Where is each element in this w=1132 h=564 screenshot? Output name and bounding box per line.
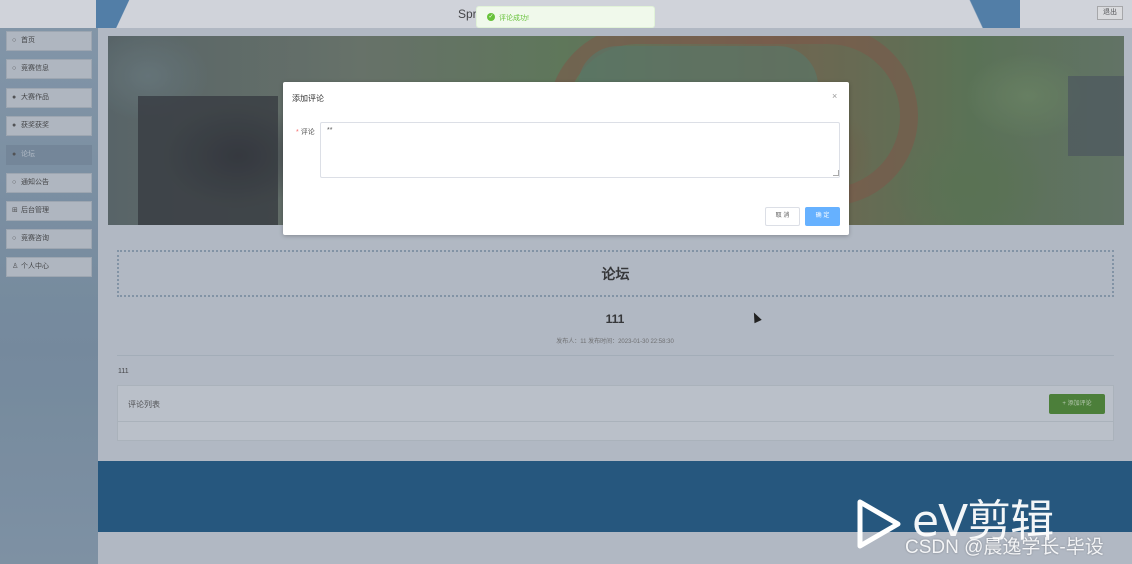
sidebar-item-label: 论坛 [21, 151, 35, 158]
header-decoration-left [96, 0, 156, 28]
sidebar-item-notices[interactable]: ○ 通知公告 [6, 173, 92, 193]
sidebar-item-label: 大赛作品 [21, 94, 49, 101]
works-icon: ● [12, 94, 17, 101]
consult-icon: ○ [12, 235, 17, 242]
sidebar-item-label: 获奖获奖 [21, 122, 49, 129]
building-block [1068, 76, 1124, 156]
sidebar: ○ 首页 ○ 竞赛信息 ● 大赛作品 ● 获奖获奖 ● 论坛 ○ 通知公告 ⊞ … [0, 28, 98, 564]
post-body: 111 [118, 368, 129, 375]
watermark-csdn: CSDN @晨逸学长-毕设 [905, 537, 1104, 558]
check-circle-icon: ✓ [487, 13, 495, 21]
add-comment-button[interactable]: + 添加评论 [1049, 394, 1105, 414]
resize-handle-icon[interactable] [833, 170, 839, 176]
header-decoration-right [920, 0, 1020, 28]
sidebar-item-works[interactable]: ● 大赛作品 [6, 88, 92, 108]
forum-icon: ● [12, 151, 17, 158]
play-logo-icon [857, 499, 901, 549]
toast-message: 评论成功! [499, 15, 529, 22]
sidebar-item-label: 首页 [21, 37, 35, 44]
comment-panel-header: 评论列表 + 添加评论 [118, 386, 1113, 422]
comment-list-title: 评论列表 [128, 400, 160, 409]
comment-label-text: 评论 [300, 129, 315, 136]
add-comment-dialog: 添加评论 × * 评论 ** 取 消 确 定 [283, 82, 849, 235]
post-meta: 发布人：11 发布时间：2023-01-30 22:58:30 [556, 339, 674, 345]
dialog-title: 添加评论 [292, 94, 324, 103]
close-icon[interactable]: × [832, 91, 837, 101]
sidebar-item-profile[interactable]: ♙ 个人中心 [6, 257, 92, 277]
sidebar-item-admin[interactable]: ⊞ 后台管理 [6, 201, 92, 221]
sidebar-item-label: 后台管理 [21, 207, 49, 214]
comment-field-label: * 评论 [296, 127, 315, 137]
sidebar-item-consult[interactable]: ○ 竞赛咨询 [6, 229, 92, 249]
award-icon: ● [12, 122, 17, 129]
sidebar-item-label: 竞赛咨询 [21, 235, 49, 242]
confirm-button[interactable]: 确 定 [805, 207, 840, 226]
notice-icon: ○ [12, 179, 17, 186]
sidebar-item-label: 通知公告 [21, 179, 49, 186]
forum-heading-box: 论坛 [117, 250, 1114, 297]
user-icon: ♙ [12, 263, 19, 270]
success-toast: ✓ 评论成功! [476, 6, 655, 28]
comment-panel: 评论列表 + 添加评论 [117, 385, 1114, 441]
required-mark: * [296, 129, 299, 136]
sidebar-item-awards[interactable]: ● 获奖获奖 [6, 116, 92, 136]
sidebar-item-label: 个人中心 [21, 263, 49, 270]
sidebar-item-home[interactable]: ○ 首页 [6, 31, 92, 51]
comment-textarea[interactable]: ** [320, 122, 840, 178]
info-icon: ○ [12, 65, 17, 72]
sidebar-item-competition-info[interactable]: ○ 竞赛信息 [6, 59, 92, 79]
home-icon: ○ [12, 37, 17, 44]
forum-heading: 论坛 [601, 266, 630, 282]
sidebar-item-forum[interactable]: ● 论坛 [6, 145, 92, 165]
grid-icon: ⊞ [12, 207, 18, 214]
building-block [138, 96, 278, 225]
logout-button[interactable]: 退出 [1097, 6, 1123, 20]
sidebar-item-label: 竞赛信息 [21, 65, 49, 72]
cancel-button[interactable]: 取 消 [765, 207, 800, 226]
divider [117, 355, 1114, 356]
post-title: 111 [605, 312, 625, 326]
